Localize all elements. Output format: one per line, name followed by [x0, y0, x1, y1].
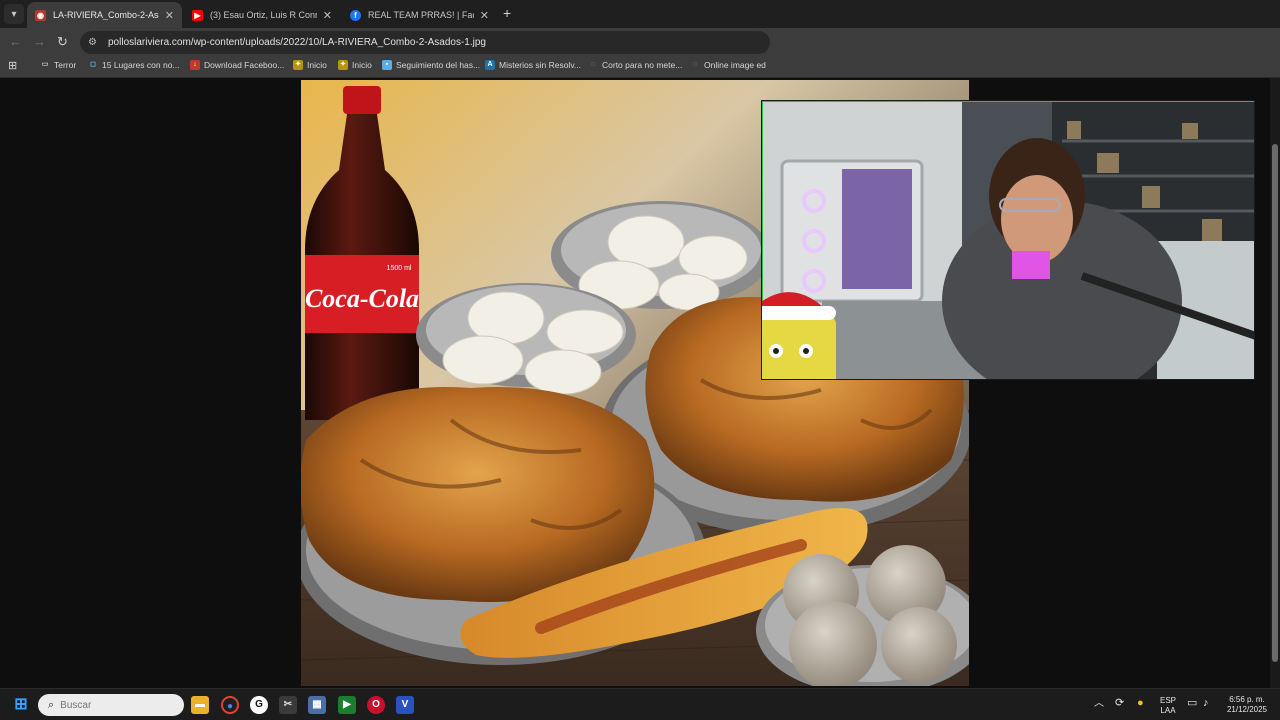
- bookmark-15-lugares[interactable]: ◻ 15 Lugares con no...: [88, 60, 180, 70]
- new-tab-button[interactable]: +: [503, 5, 511, 21]
- windows-taskbar: ⊞ ⌕ ▬ ● G ✂ ▦ ▶ O V ︿ ⟳ ● ESP LAA ▭ ♪ 6:…: [0, 688, 1280, 720]
- bookmark-misterios[interactable]: A Misterios sin Resolv...: [485, 60, 581, 70]
- language-indicator[interactable]: ESP LAA: [1158, 696, 1178, 716]
- forward-arrow-icon[interactable]: →: [33, 34, 46, 49]
- browser-toolbar: ← → ↻ ⚙ polloslariviera.com/wp-content/u…: [0, 28, 1280, 56]
- star-icon: ✦: [293, 60, 303, 70]
- bookmark-download-facebook[interactable]: ↓ Download Faceboo...: [190, 60, 284, 70]
- mystery-icon: A: [485, 60, 495, 70]
- address-bar[interactable]: ⚙ polloslariviera.com/wp-content/uploads…: [80, 31, 770, 54]
- tab-facebook[interactable]: f REAL TEAM PRRAS! | Facebook ✕: [342, 2, 497, 28]
- comment-icon: ◻: [90, 61, 96, 68]
- youtube-icon: ▶: [192, 9, 203, 21]
- snipping-tool-icon[interactable]: ✂: [279, 696, 297, 714]
- bookmark-seguimiento[interactable]: ▪ Seguimiento del has...: [382, 60, 480, 70]
- tab-favicon-icon: ◉: [35, 9, 46, 21]
- bookmark-inicio-1[interactable]: ✦ Inicio: [293, 60, 327, 70]
- chrome-icon[interactable]: ●: [221, 696, 239, 714]
- search-icon: ⌕: [48, 698, 55, 711]
- bookmark-terror[interactable]: ▭ Terror: [40, 60, 77, 70]
- close-icon[interactable]: ✕: [165, 9, 174, 22]
- coca-cola-label: Coca-Cola: [305, 284, 419, 313]
- tab-title: (3) Esau Ortiz, Luis R Conriquez: [210, 10, 317, 20]
- tab-youtube[interactable]: ▶ (3) Esau Ortiz, Luis R Conriquez ✕: [184, 2, 340, 28]
- opera-gx-icon[interactable]: O: [367, 696, 385, 714]
- microphone-icon[interactable]: ●: [1137, 698, 1144, 709]
- url-text: polloslariviera.com/wp-content/uploads/2…: [108, 37, 486, 48]
- track-icon: ▪: [382, 60, 392, 70]
- bookmarks-bar: ⊞ ▭ Terror ◻ 15 Lugares con no... ↓ Down…: [0, 56, 1280, 78]
- g-hub-icon[interactable]: G: [250, 696, 268, 714]
- taskbar-search[interactable]: ⌕: [38, 694, 184, 716]
- media-player-icon[interactable]: ▶: [338, 696, 356, 714]
- globe-icon: ◌: [692, 61, 698, 68]
- tab-strip: ▾ ◉ LA-RIVIERA_Combo-2-Asados-1 ✕ ▶ (3) …: [0, 0, 1280, 28]
- volume-icon[interactable]: ♪: [1203, 698, 1209, 709]
- language-code: ESP: [1159, 696, 1176, 705]
- close-icon[interactable]: ✕: [480, 9, 489, 22]
- bookmark-corto[interactable]: ◌ Corto para no mete...: [588, 60, 682, 70]
- facebook-icon: f: [350, 9, 361, 21]
- network-icon[interactable]: ▭: [1187, 698, 1197, 709]
- keyboard-layout: LAA: [1160, 706, 1176, 715]
- bottle-size-label: 1500 ml: [387, 265, 412, 272]
- apps-grid-icon[interactable]: ⊞: [8, 59, 17, 72]
- download-icon: ↓: [190, 60, 200, 70]
- vertical-scrollbar[interactable]: [1270, 78, 1280, 688]
- tab-search-button[interactable]: ▾: [4, 4, 24, 24]
- chevron-down-icon: ▾: [11, 8, 17, 20]
- site-info-icon[interactable]: ⚙: [88, 37, 100, 48]
- bookmark-online-image[interactable]: ◌ Online image ed: [690, 60, 766, 70]
- folder-icon: ▭: [41, 61, 49, 68]
- search-input[interactable]: [60, 699, 141, 711]
- reload-icon[interactable]: ↻: [57, 34, 68, 50]
- tab-la-riviera[interactable]: ◉ LA-RIVIERA_Combo-2-Asados-1 ✕: [27, 2, 182, 28]
- bookmark-label: Seguimiento del has...: [396, 60, 481, 70]
- windows-start-icon[interactable]: ⊞: [12, 696, 30, 714]
- v-app-icon[interactable]: V: [396, 696, 414, 714]
- page-viewport: Coca-Cola 1500 ml: [0, 78, 1280, 688]
- scrollbar-thumb[interactable]: [1272, 144, 1278, 662]
- star-icon: ✦: [338, 60, 348, 70]
- file-explorer-icon[interactable]: ▬: [191, 696, 209, 714]
- bookmark-label: Misterios sin Resolv...: [499, 60, 582, 70]
- bookmark-label: Online image ed: [704, 60, 766, 70]
- sync-icon[interactable]: ⟳: [1115, 698, 1124, 709]
- webcam-overlay: [761, 100, 1255, 380]
- bookmark-label: Inicio: [352, 60, 372, 70]
- calculator-icon[interactable]: ▦: [308, 696, 326, 714]
- tab-title: LA-RIVIERA_Combo-2-Asados-1: [53, 10, 159, 20]
- bookmark-label: Inicio: [307, 60, 327, 70]
- tab-title: REAL TEAM PRRAS! | Facebook: [368, 10, 474, 20]
- bookmark-label: 15 Lugares con no...: [102, 60, 180, 70]
- close-icon[interactable]: ✕: [323, 9, 332, 22]
- back-arrow-icon[interactable]: ←: [9, 34, 22, 49]
- bookmark-label: Terror: [54, 60, 77, 70]
- clock[interactable]: 6:56 p. m. 21/12/2025: [1222, 695, 1272, 715]
- tray-overflow-icon[interactable]: ︿: [1094, 699, 1104, 709]
- globe-icon: ◌: [590, 61, 596, 68]
- bookmark-inicio-2[interactable]: ✦ Inicio: [338, 60, 372, 70]
- clock-date: 21/12/2025: [1226, 705, 1268, 714]
- bookmark-label: Download Faceboo...: [204, 60, 285, 70]
- bookmark-label: Corto para no mete...: [602, 60, 683, 70]
- clock-time: 6:56 p. m.: [1229, 695, 1265, 704]
